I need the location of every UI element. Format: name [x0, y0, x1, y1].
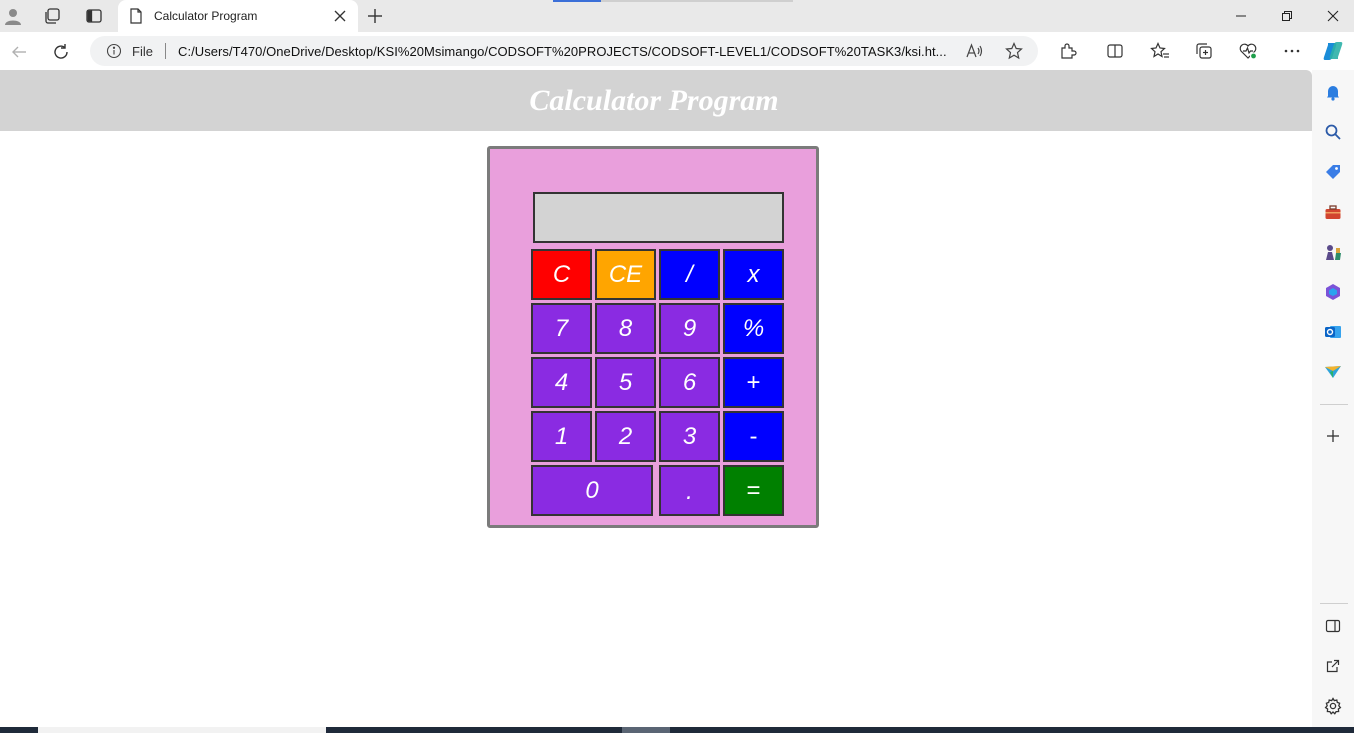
- web-page: Calculator Program C CE / x 7 8 9 % 4 5 …: [0, 70, 1312, 727]
- address-separator: [165, 43, 166, 59]
- collections-icon[interactable]: [1193, 40, 1215, 62]
- close-window-button[interactable]: [1313, 3, 1353, 29]
- outlook-icon[interactable]: [1323, 322, 1343, 342]
- calculator: C CE / x 7 8 9 % 4 5 6 + 1 2 3 - 0 . =: [487, 146, 819, 528]
- sidebar-divider: [1320, 404, 1348, 405]
- send-paper-plane-icon[interactable]: [1323, 362, 1343, 382]
- page-title: Calculator Program: [529, 84, 779, 117]
- extensions-puzzle-icon[interactable]: [1057, 40, 1079, 62]
- active-tab[interactable]: Calculator Program: [118, 0, 358, 32]
- subtract-button[interactable]: -: [723, 411, 784, 462]
- digit-0-button[interactable]: 0: [531, 465, 653, 516]
- add-button[interactable]: +: [723, 357, 784, 408]
- calculator-display[interactable]: [533, 192, 784, 243]
- favorites-icon[interactable]: [1149, 40, 1171, 62]
- toolbar: File C:/Users/T470/OneDrive/Desktop/KSI%…: [0, 32, 1354, 70]
- search-icon[interactable]: [1323, 122, 1343, 142]
- info-icon[interactable]: [106, 43, 122, 59]
- minimize-button[interactable]: [1221, 3, 1261, 29]
- profile-icon[interactable]: [1, 4, 25, 28]
- tools-toolbox-icon[interactable]: [1323, 202, 1343, 222]
- address-bar[interactable]: File C:/Users/T470/OneDrive/Desktop/KSI%…: [90, 36, 1038, 66]
- hide-sidebar-icon[interactable]: [1323, 616, 1343, 636]
- split-screen-icon[interactable]: [1104, 40, 1126, 62]
- close-tab-icon[interactable]: [330, 6, 350, 26]
- decimal-point-button[interactable]: .: [659, 465, 720, 516]
- digit-4-button[interactable]: 4: [531, 357, 592, 408]
- clear-entry-button[interactable]: CE: [595, 249, 656, 300]
- shopping-tag-icon[interactable]: [1323, 162, 1343, 182]
- tab-title: Calculator Program: [154, 9, 258, 23]
- microsoft-365-icon[interactable]: [1323, 282, 1343, 302]
- digit-7-button[interactable]: 7: [531, 303, 592, 354]
- restore-button[interactable]: [1267, 3, 1307, 29]
- clear-button[interactable]: C: [531, 249, 592, 300]
- taskbar-edge: [0, 727, 1354, 733]
- digit-5-button[interactable]: 5: [595, 357, 656, 408]
- equals-button[interactable]: =: [723, 465, 784, 516]
- page-icon: [129, 8, 143, 29]
- tab-strip: Calculator Program: [0, 0, 1354, 32]
- favorite-star-icon[interactable]: [1004, 41, 1024, 61]
- percent-button[interactable]: %: [723, 303, 784, 354]
- vertical-tabs-icon[interactable]: [82, 4, 106, 28]
- read-aloud-icon[interactable]: [964, 41, 984, 61]
- digit-9-button[interactable]: 9: [659, 303, 720, 354]
- drag-region-indicator: [553, 0, 793, 2]
- multiply-button[interactable]: x: [723, 249, 784, 300]
- workspaces-icon[interactable]: [40, 4, 64, 28]
- url-text[interactable]: C:/Users/T470/OneDrive/Desktop/KSI%20Msi…: [178, 44, 947, 59]
- notifications-bell-icon[interactable]: [1323, 82, 1343, 102]
- digit-3-button[interactable]: 3: [659, 411, 720, 462]
- browser-essentials-icon[interactable]: [1237, 40, 1259, 62]
- scheme-label: File: [132, 44, 153, 59]
- refresh-icon[interactable]: [48, 39, 74, 65]
- settings-gear-icon[interactable]: [1323, 696, 1343, 716]
- back-arrow-icon[interactable]: [6, 39, 32, 65]
- taskbar-segment-active: [622, 727, 670, 733]
- page-header: Calculator Program: [0, 70, 1312, 131]
- digit-8-button[interactable]: 8: [595, 303, 656, 354]
- taskbar-segment: [38, 727, 326, 733]
- divide-button[interactable]: /: [659, 249, 720, 300]
- copilot-icon[interactable]: [1322, 40, 1344, 62]
- open-external-icon[interactable]: [1323, 656, 1343, 676]
- sidebar-divider-bottom: [1320, 603, 1348, 604]
- digit-6-button[interactable]: 6: [659, 357, 720, 408]
- digit-1-button[interactable]: 1: [531, 411, 592, 462]
- edge-sidebar: [1312, 70, 1354, 727]
- add-plus-icon[interactable]: [1323, 426, 1343, 446]
- digit-2-button[interactable]: 2: [595, 411, 656, 462]
- more-menu-icon[interactable]: [1281, 40, 1303, 62]
- games-chess-icon[interactable]: [1323, 242, 1343, 262]
- new-tab-plus-icon[interactable]: [363, 4, 387, 28]
